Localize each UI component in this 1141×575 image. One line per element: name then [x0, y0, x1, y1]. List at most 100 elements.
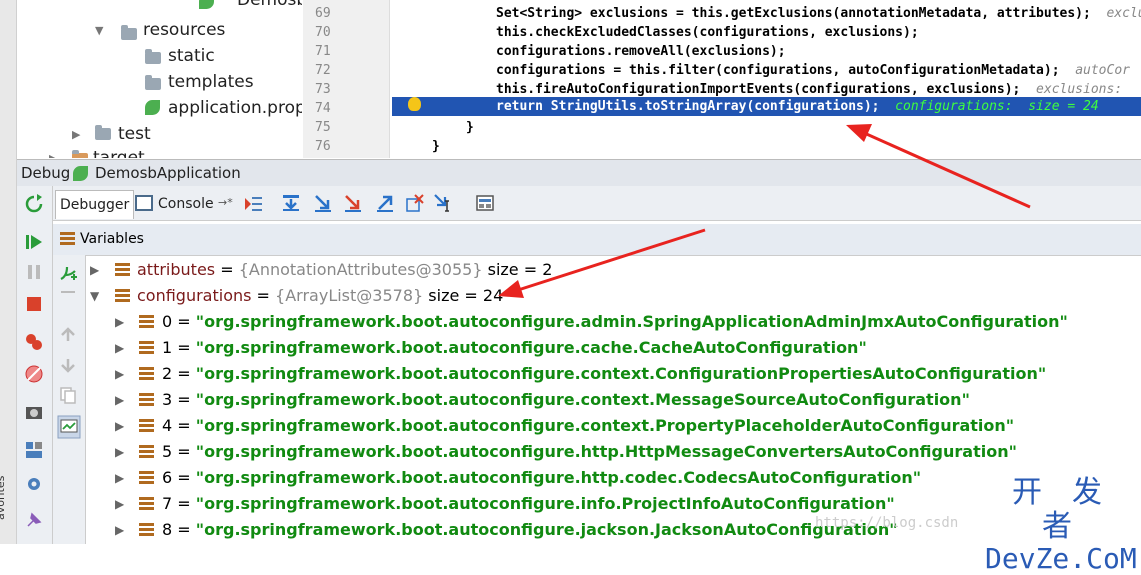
item-index: 0 [162, 312, 173, 331]
stop-icon[interactable] [24, 294, 44, 314]
chevron-right-icon[interactable]: ▶ [115, 465, 124, 491]
item-index: 1 [162, 338, 173, 357]
evaluate-expression-icon[interactable] [475, 193, 495, 213]
variables-icon [60, 232, 75, 246]
code-line-70: this.checkExcludedClasses(configurations… [496, 25, 919, 40]
variable-name: attributes [137, 260, 216, 279]
variable-ref: {AnnotationAttributes@3055} [238, 260, 483, 279]
line-number: 73 [315, 82, 331, 97]
item-index: 5 [162, 442, 173, 461]
code-line-71: configurations.removeAll(exclusions); [496, 44, 786, 59]
item-index: 8 [162, 520, 173, 539]
chevron-right-icon[interactable]: ▶ [115, 413, 124, 439]
lightbulb-icon[interactable] [408, 97, 421, 111]
tree-item-target[interactable]: target [93, 146, 145, 158]
settings-gear-icon[interactable] [24, 474, 44, 494]
run-to-cursor-icon[interactable] [433, 193, 453, 213]
console-arrow-icon[interactable]: →* [218, 196, 233, 209]
move-up-icon[interactable] [58, 325, 78, 345]
chevron-right-icon[interactable]: ▶ [115, 491, 124, 517]
chevron-right-icon[interactable]: ▶ [72, 128, 80, 141]
chevron-right-icon[interactable]: ▶ [115, 361, 124, 387]
code-line-72: configurations = this.filter(configurati… [496, 61, 1130, 80]
list-item-text: 8 = "org.springframework.boot.autoconfig… [162, 520, 898, 539]
favorites-tab[interactable]: avorites [0, 476, 7, 520]
rerun-icon[interactable] [24, 194, 44, 214]
view-breakpoints-icon[interactable] [24, 332, 44, 352]
variable-ref: {ArrayList@3578} [275, 286, 424, 305]
array-element-icon [139, 471, 154, 485]
item-index: 2 [162, 364, 173, 383]
force-step-into-icon[interactable] [343, 193, 363, 213]
line-number: 72 [315, 63, 331, 78]
pin-icon[interactable] [24, 510, 44, 530]
chevron-right-icon[interactable]: ▶ [115, 309, 124, 335]
array-element-icon [139, 367, 154, 381]
chevron-right-icon[interactable]: ▶ [115, 517, 124, 543]
line-number: 71 [315, 44, 331, 59]
code-line-75: } [466, 120, 474, 135]
tree-item-static[interactable]: static [168, 44, 215, 68]
variable-name: configurations [137, 286, 252, 305]
item-value: "org.springframework.boot.autoconfigure.… [195, 442, 1017, 461]
tree-item-demosb[interactable]: Demosb [237, 0, 302, 12]
camera-icon[interactable] [24, 402, 44, 422]
item-index: 7 [162, 494, 173, 513]
folder-icon [145, 75, 161, 90]
tree-item-test[interactable]: test [118, 122, 151, 146]
step-into-icon[interactable] [313, 193, 333, 213]
resume-icon[interactable] [24, 232, 44, 252]
step-over-icon[interactable] [281, 193, 301, 213]
watches-toggle-icon[interactable] [57, 415, 81, 439]
step-out-icon[interactable] [375, 193, 395, 213]
chevron-down-icon[interactable]: ▼ [95, 24, 103, 37]
item-value: "org.springframework.boot.autoconfigure.… [195, 520, 898, 539]
chevron-down-icon[interactable]: ▼ [90, 283, 99, 309]
new-watch-icon[interactable] [58, 263, 78, 283]
chevron-right-icon[interactable]: ▶ [115, 439, 124, 465]
chevron-right-icon[interactable]: ▶ [49, 152, 57, 158]
show-execution-point-icon[interactable] [243, 194, 263, 214]
variable-size: size = 24 [428, 286, 504, 305]
field-icon [115, 289, 130, 303]
tab-debugger[interactable]: Debugger [55, 190, 135, 219]
array-element-icon [139, 497, 154, 511]
chevron-right-icon[interactable]: ▶ [115, 335, 124, 361]
pause-icon[interactable] [24, 262, 44, 282]
tree-item-templates[interactable]: templates [168, 70, 254, 94]
code-text: Set<String> exclusions = this.getExclusi… [496, 6, 1091, 21]
tab-console[interactable]: Console [154, 190, 218, 218]
variables-side-toolbar [53, 255, 86, 544]
chevron-right-icon[interactable]: ▶ [90, 257, 99, 283]
console-icon [135, 195, 153, 211]
list-item-text: 3 = "org.springframework.boot.autoconfig… [162, 390, 970, 409]
folder-icon [145, 49, 161, 64]
array-element-icon [139, 445, 154, 459]
tree-item-application-properties[interactable]: application.prope [168, 96, 302, 120]
drop-frame-icon[interactable] [405, 193, 425, 213]
code-editor[interactable]: Set<String> exclusions = this.getExclusi… [390, 0, 1141, 158]
run-config-name[interactable]: DemosbApplication [95, 160, 241, 187]
spring-boot-icon [73, 166, 88, 181]
list-item-text: 4 = "org.springframework.boot.autoconfig… [162, 416, 1015, 435]
spring-app-icon [199, 0, 214, 9]
chevron-right-icon[interactable]: ▶ [115, 387, 124, 413]
remove-watch-icon[interactable] [61, 291, 75, 293]
line-number: 74 [315, 101, 331, 116]
list-item-text: 6 = "org.springframework.boot.autoconfig… [162, 468, 922, 487]
array-element-icon [139, 523, 154, 537]
item-value: "org.springframework.boot.autoconfigure.… [195, 468, 922, 487]
array-element-icon [139, 315, 154, 329]
list-item-text: 7 = "org.springframework.boot.autoconfig… [162, 494, 895, 513]
mute-breakpoints-icon[interactable] [24, 364, 44, 384]
restore-layout-icon[interactable] [24, 440, 44, 460]
site-watermark: 开 发 者 DevZe.CoM [985, 476, 1137, 574]
spring-properties-icon [145, 100, 160, 115]
copy-icon[interactable] [58, 385, 78, 405]
code-line-76: } [432, 139, 440, 154]
move-down-icon[interactable] [58, 355, 78, 375]
tree-item-resources[interactable]: resources [143, 18, 225, 42]
variable-size: size = 2 [487, 260, 553, 279]
editor-gutter: 69 70 71 72 73 74 75 76 [303, 0, 390, 158]
test-folder-icon [95, 125, 111, 140]
